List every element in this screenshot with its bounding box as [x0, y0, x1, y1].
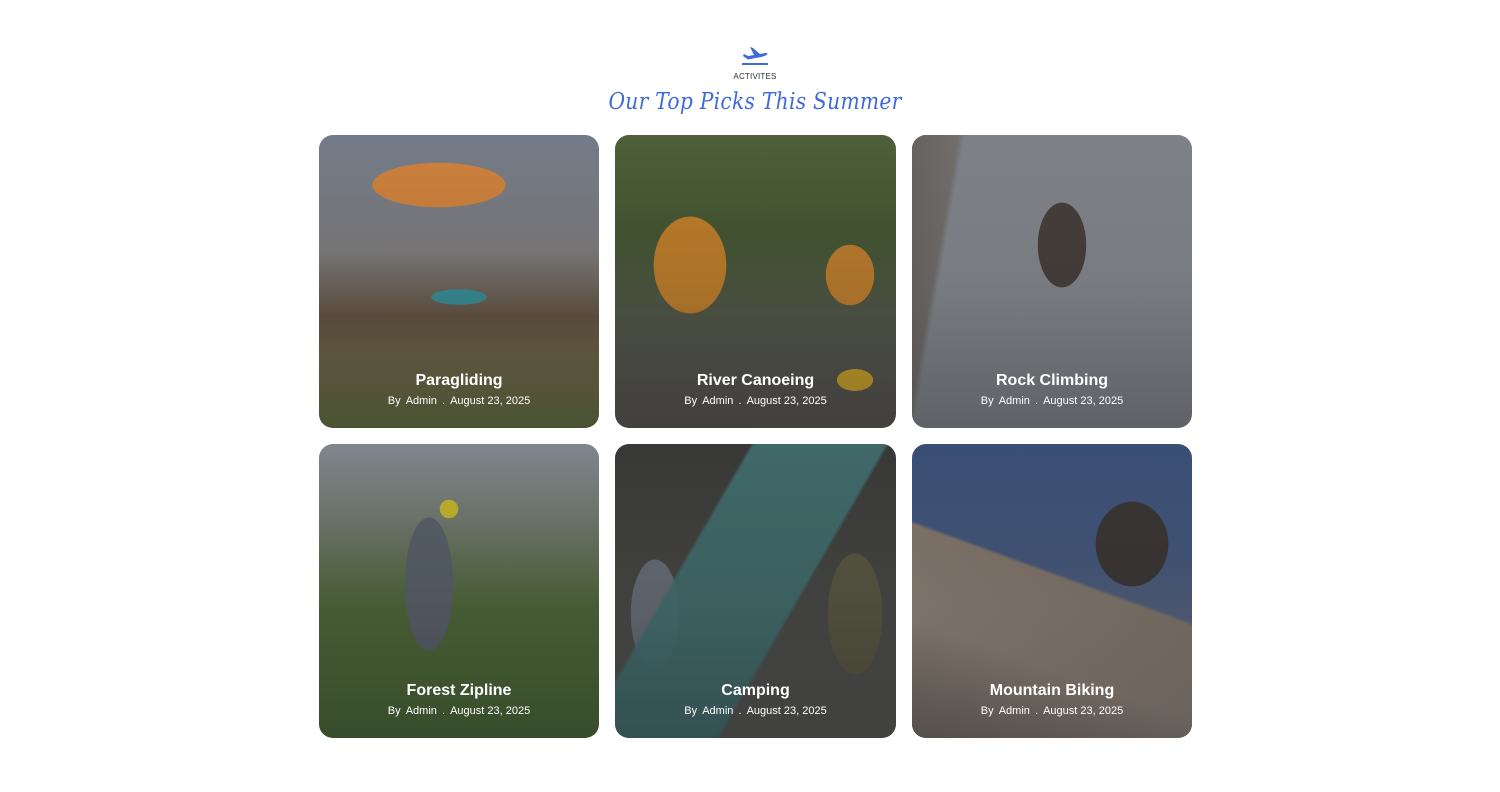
meta-separator: .	[1034, 705, 1039, 717]
card-meta: By Admin . August 23, 2025	[615, 705, 896, 718]
meta-date: August 23, 2025	[450, 705, 531, 717]
card-caption: Rock Climbing By Admin . August 23, 2025	[912, 371, 1192, 408]
activity-card-camping[interactable]: Camping By Admin . August 23, 2025	[615, 444, 896, 738]
meta-author[interactable]: Admin	[406, 705, 437, 717]
card-meta: By Admin . August 23, 2025	[615, 395, 896, 408]
activity-card-forest-zipline[interactable]: Forest Zipline By Admin . August 23, 202…	[319, 444, 599, 738]
meta-by: By	[684, 705, 698, 717]
meta-by: By	[387, 395, 401, 407]
meta-by: By	[684, 395, 698, 407]
meta-author[interactable]: Admin	[999, 395, 1030, 407]
activities-grid: Paragliding By Admin . August 23, 2025 R…	[319, 135, 1192, 738]
card-meta: By Admin . August 23, 2025	[319, 705, 599, 718]
airplane-departure-icon	[741, 44, 769, 66]
card-meta: By Admin . August 23, 2025	[319, 395, 599, 408]
meta-author[interactable]: Admin	[702, 705, 733, 717]
meta-separator: .	[738, 705, 742, 717]
card-caption: Camping By Admin . August 23, 2025	[615, 681, 896, 718]
section-title: Our Top Picks This Summer	[608, 89, 902, 115]
meta-separator: .	[1034, 395, 1039, 407]
card-caption: Forest Zipline By Admin . August 23, 202…	[319, 681, 599, 718]
card-title[interactable]: Forest Zipline	[319, 681, 599, 700]
meta-author[interactable]: Admin	[999, 705, 1030, 717]
activity-card-rock-climbing[interactable]: Rock Climbing By Admin . August 23, 2025	[912, 135, 1192, 428]
card-meta: By Admin . August 23, 2025	[912, 395, 1192, 408]
card-caption: River Canoeing By Admin . August 23, 202…	[615, 371, 896, 408]
meta-by: By	[387, 705, 401, 717]
card-title[interactable]: River Canoeing	[615, 371, 896, 390]
meta-separator: .	[441, 395, 446, 407]
section-header: ACTIVITES Our Top Picks This Summer	[0, 44, 1500, 115]
meta-by: By	[980, 395, 994, 407]
meta-date: August 23, 2025	[746, 395, 827, 407]
activity-card-mountain-biking[interactable]: Mountain Biking By Admin . August 23, 20…	[912, 444, 1192, 738]
card-meta: By Admin . August 23, 2025	[912, 705, 1192, 718]
meta-author[interactable]: Admin	[702, 395, 733, 407]
card-title[interactable]: Mountain Biking	[912, 681, 1192, 700]
activity-card-river-canoeing[interactable]: River Canoeing By Admin . August 23, 202…	[615, 135, 896, 428]
meta-date: August 23, 2025	[1043, 395, 1124, 407]
card-caption: Mountain Biking By Admin . August 23, 20…	[912, 681, 1192, 718]
card-caption: Paragliding By Admin . August 23, 2025	[319, 371, 599, 408]
meta-date: August 23, 2025	[450, 395, 531, 407]
card-title[interactable]: Camping	[615, 681, 896, 700]
activity-card-paragliding[interactable]: Paragliding By Admin . August 23, 2025	[319, 135, 599, 428]
section-eyebrow: ACTIVITES	[733, 72, 777, 81]
meta-separator: .	[441, 705, 446, 717]
meta-date: August 23, 2025	[746, 705, 827, 717]
card-title[interactable]: Rock Climbing	[912, 371, 1192, 390]
card-title[interactable]: Paragliding	[319, 371, 599, 390]
meta-by: By	[980, 705, 994, 717]
activities-section: ACTIVITES Our Top Picks This Summer Para…	[0, 0, 1500, 792]
meta-date: August 23, 2025	[1043, 705, 1124, 717]
meta-separator: .	[738, 395, 742, 407]
meta-author[interactable]: Admin	[406, 395, 437, 407]
